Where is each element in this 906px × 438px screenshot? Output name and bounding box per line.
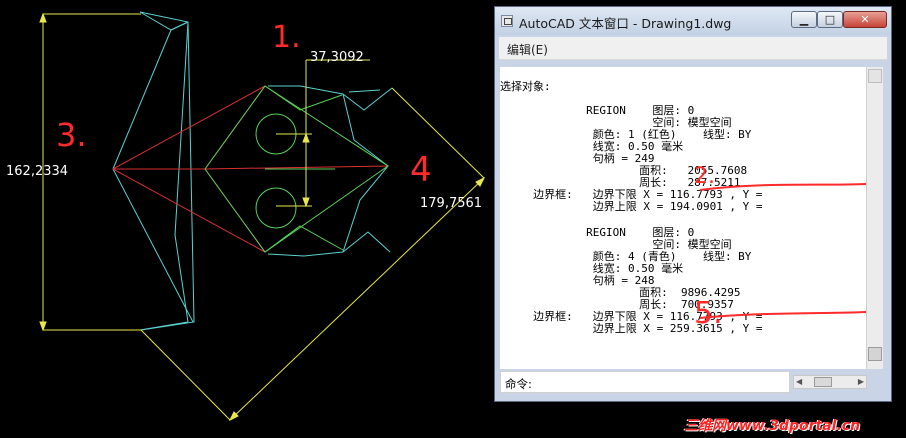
annotation-marks xyxy=(699,183,867,319)
watermark: 三维网www.3dportal.cn xyxy=(684,418,861,434)
annotation-5: 5. xyxy=(694,296,723,331)
annotation-2: 2. xyxy=(694,164,715,189)
